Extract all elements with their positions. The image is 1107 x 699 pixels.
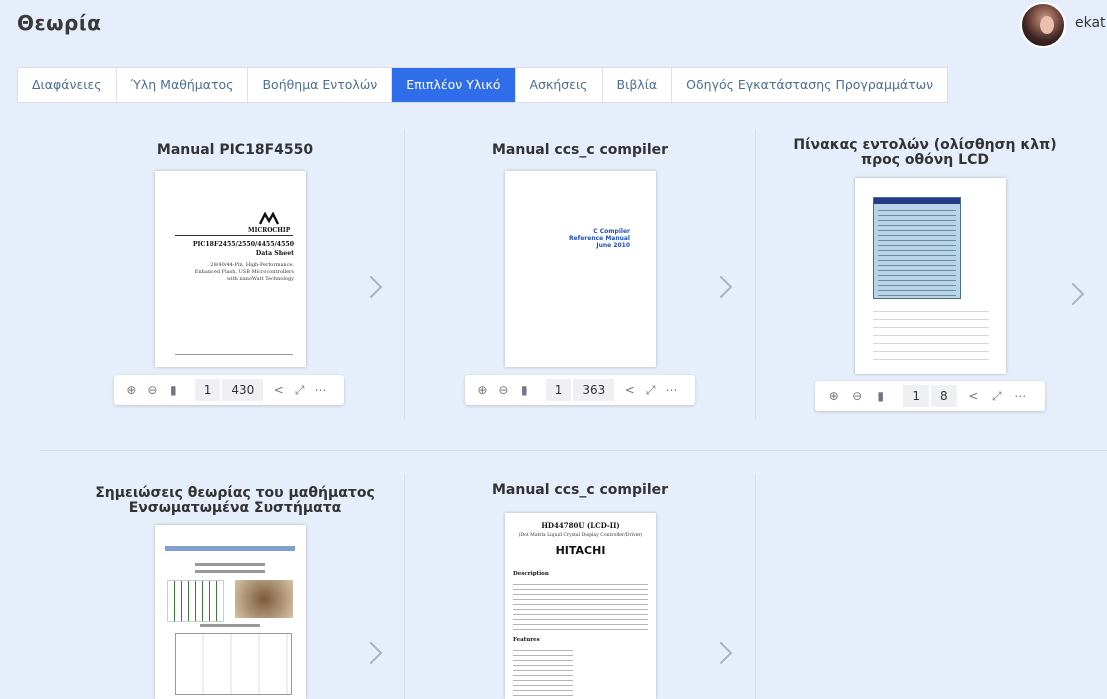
fullscreen-icon[interactable]: ⤢ bbox=[643, 383, 658, 398]
fullscreen-icon[interactable]: ⤢ bbox=[292, 383, 307, 398]
doc-line: (Dot Matrix Liquid Crystal Display Contr… bbox=[518, 533, 643, 538]
tab-extra-material[interactable]: Επιπλέον Υλικό bbox=[392, 68, 516, 102]
doc-brand: HITACHI bbox=[555, 544, 606, 557]
bookmark-icon[interactable]: ▮ bbox=[517, 383, 532, 397]
zoom-in-icon[interactable]: ⊕ bbox=[825, 389, 842, 403]
column-divider bbox=[404, 130, 405, 420]
page-count: 363 bbox=[573, 379, 615, 401]
tab-exercises[interactable]: Ασκήσεις bbox=[516, 68, 603, 102]
chip-photo bbox=[235, 580, 293, 618]
zoom-out-icon[interactable]: ⊖ bbox=[848, 389, 865, 403]
tab-slides[interactable]: Διαφάνειες bbox=[18, 68, 117, 102]
zoom-in-icon[interactable]: ⊕ bbox=[475, 383, 490, 397]
share-icon[interactable]: < bbox=[622, 383, 637, 397]
block-diagram bbox=[175, 633, 292, 695]
pdf-toolbar: ⊕ ⊖ ▮ 1 430 < ⤢ ⋯ bbox=[114, 375, 344, 405]
doc-section: Features bbox=[513, 637, 540, 643]
more-icon[interactable]: ⋯ bbox=[313, 383, 328, 397]
pdf-toolbar: ⊕ ⊖ ▮ 18 < ⤢ ⋯ bbox=[815, 381, 1045, 411]
header: Θεωρία ekat bbox=[0, 0, 1107, 52]
document-preview[interactable] bbox=[155, 525, 306, 699]
command-table-thumbnail bbox=[873, 197, 961, 299]
card-title: Σημειώσεις θεωρίας του μαθήματος Ενσωματ… bbox=[95, 485, 375, 516]
doc-section: Description bbox=[513, 571, 549, 577]
doc-line: HD44780U (LCD-II) bbox=[541, 521, 620, 530]
bookmark-icon[interactable]: ▮ bbox=[166, 383, 181, 397]
bookmark-icon[interactable]: ▮ bbox=[872, 389, 889, 403]
doc-line: June 2010 bbox=[596, 242, 630, 249]
tab-install-guide[interactable]: Οδηγός Εγκατάστασης Προγραμμάτων bbox=[672, 68, 947, 102]
pdf-toolbar: ⊕ ⊖ ▮ 1 363 < ⤢ ⋯ bbox=[465, 375, 695, 405]
doc-line: PIC18F2455/2550/4455/4550 bbox=[192, 241, 294, 248]
doc-brand: MICROCHIP bbox=[248, 227, 291, 234]
page-number-input[interactable]: 1 bbox=[545, 379, 572, 401]
doc-line: Reference Manual bbox=[568, 235, 630, 242]
doc-line: Data Sheet bbox=[255, 250, 294, 257]
tab-books[interactable]: Βιβλία bbox=[603, 68, 673, 102]
next-page-chevron[interactable] bbox=[1061, 282, 1085, 306]
row-divider bbox=[40, 450, 1107, 451]
username[interactable]: ekat bbox=[1075, 15, 1106, 31]
tab-syllabus[interactable]: Ύλη Μαθήματος bbox=[117, 68, 249, 102]
avatar[interactable] bbox=[1020, 2, 1066, 48]
zoom-out-icon[interactable]: ⊖ bbox=[145, 383, 160, 397]
next-page-chevron[interactable] bbox=[709, 641, 733, 665]
column-divider bbox=[755, 130, 756, 420]
document-preview[interactable]: MICROCHIP PIC18F2455/2550/4455/4550 Data… bbox=[155, 171, 306, 367]
column-divider bbox=[404, 475, 405, 699]
doc-line: C Compiler bbox=[593, 228, 630, 235]
page-count: 430 bbox=[222, 379, 264, 401]
share-icon[interactable]: < bbox=[271, 383, 286, 397]
doc-line: 28/40/44-Pin, High-Performance, bbox=[210, 262, 294, 268]
share-icon[interactable]: < bbox=[965, 389, 982, 403]
tab-bar: Διαφάνειες Ύλη Μαθήματος Βοήθημα Εντολών… bbox=[17, 67, 949, 103]
doc-line: Enhanced Flash, USB Microcontrollers bbox=[194, 269, 294, 275]
page-title: Θεωρία bbox=[17, 11, 102, 35]
next-page-chevron[interactable] bbox=[359, 275, 383, 299]
more-icon[interactable]: ⋯ bbox=[664, 383, 679, 397]
circuit-image bbox=[167, 580, 224, 622]
card-title: Manual ccs_c compiler bbox=[491, 142, 669, 158]
fullscreen-icon[interactable]: ⤢ bbox=[988, 389, 1005, 404]
column-divider bbox=[755, 475, 756, 699]
document-preview[interactable]: C Compiler Reference Manual June 2010 bbox=[505, 171, 656, 367]
document-preview[interactable] bbox=[855, 178, 1006, 374]
page-number-input[interactable]: 1 bbox=[903, 385, 929, 407]
doc-line: with nanoWatt Technology bbox=[226, 276, 294, 282]
page-count: 8 bbox=[931, 385, 957, 407]
page-number-input[interactable]: 1 bbox=[194, 379, 221, 401]
zoom-out-icon[interactable]: ⊖ bbox=[496, 383, 511, 397]
next-page-chevron[interactable] bbox=[359, 641, 383, 665]
card-title: Manual PIC18F4550 bbox=[156, 142, 314, 158]
more-icon[interactable]: ⋯ bbox=[1012, 389, 1029, 403]
document-preview[interactable]: HD44780U (LCD-II) (Dot Matrix Liquid Cry… bbox=[505, 513, 656, 699]
tab-command-aid[interactable]: Βοήθημα Εντολών bbox=[248, 68, 393, 102]
card-title: Manual ccs_c compiler bbox=[491, 482, 669, 498]
next-page-chevron[interactable] bbox=[709, 275, 733, 299]
zoom-in-icon[interactable]: ⊕ bbox=[124, 383, 139, 397]
microchip-logo bbox=[258, 211, 280, 225]
card-title: Πίνακας εντολών (ολίσθηση κλπ) προς οθόν… bbox=[793, 137, 1057, 168]
